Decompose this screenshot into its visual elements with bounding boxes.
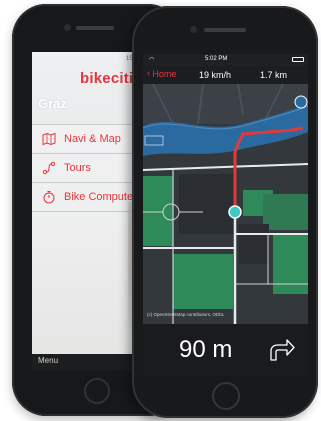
status-bar: ◠ 5:02 PM <box>143 54 308 66</box>
route-icon <box>42 161 56 175</box>
chevron-left-icon: ‹ <box>147 68 151 79</box>
menu-button[interactable]: Menu <box>38 356 58 365</box>
home-button[interactable] <box>84 378 110 404</box>
turn-right-arrow-icon <box>270 339 295 361</box>
menu-item-label: Navi & Map <box>64 133 121 145</box>
map-attribution: (c) OpenStreetMap contributors, ODbL <box>147 312 225 317</box>
earpiece <box>204 28 246 32</box>
navigation-header: ‹ Home 19 km/h 1.7 km <box>143 66 308 84</box>
turn-instruction-bar: 90 m <box>143 324 308 376</box>
stopwatch-icon <box>43 191 55 204</box>
next-turn-distance: 90 m <box>179 336 233 363</box>
menu-item-label: Bike Computer <box>64 191 137 203</box>
wifi-icon: ◠ <box>149 57 155 63</box>
home-button[interactable] <box>212 382 240 410</box>
menu-item-label: Tours <box>64 162 91 174</box>
speed-readout: 19 km/h <box>199 70 232 80</box>
front-camera <box>190 26 197 33</box>
navigation-screen: ◠ 5:02 PM ‹ Home 19 km/h 1.7 km (c) Open… <box>143 54 308 376</box>
front-camera <box>64 24 71 31</box>
home-label: Home <box>152 69 177 79</box>
front-phone: ◠ 5:02 PM ‹ Home 19 km/h 1.7 km (c) Open… <box>132 6 318 418</box>
city-title[interactable]: Graz <box>38 96 67 111</box>
status-time: 5:02 PM <box>205 56 228 62</box>
map-icon <box>42 132 56 146</box>
distance-readout: 1.7 km <box>260 70 288 80</box>
battery-icon <box>292 57 304 62</box>
earpiece <box>76 26 114 30</box>
map-canvas[interactable] <box>143 84 308 324</box>
route-map[interactable] <box>143 84 308 324</box>
home-back-button[interactable]: ‹ Home <box>147 68 177 80</box>
